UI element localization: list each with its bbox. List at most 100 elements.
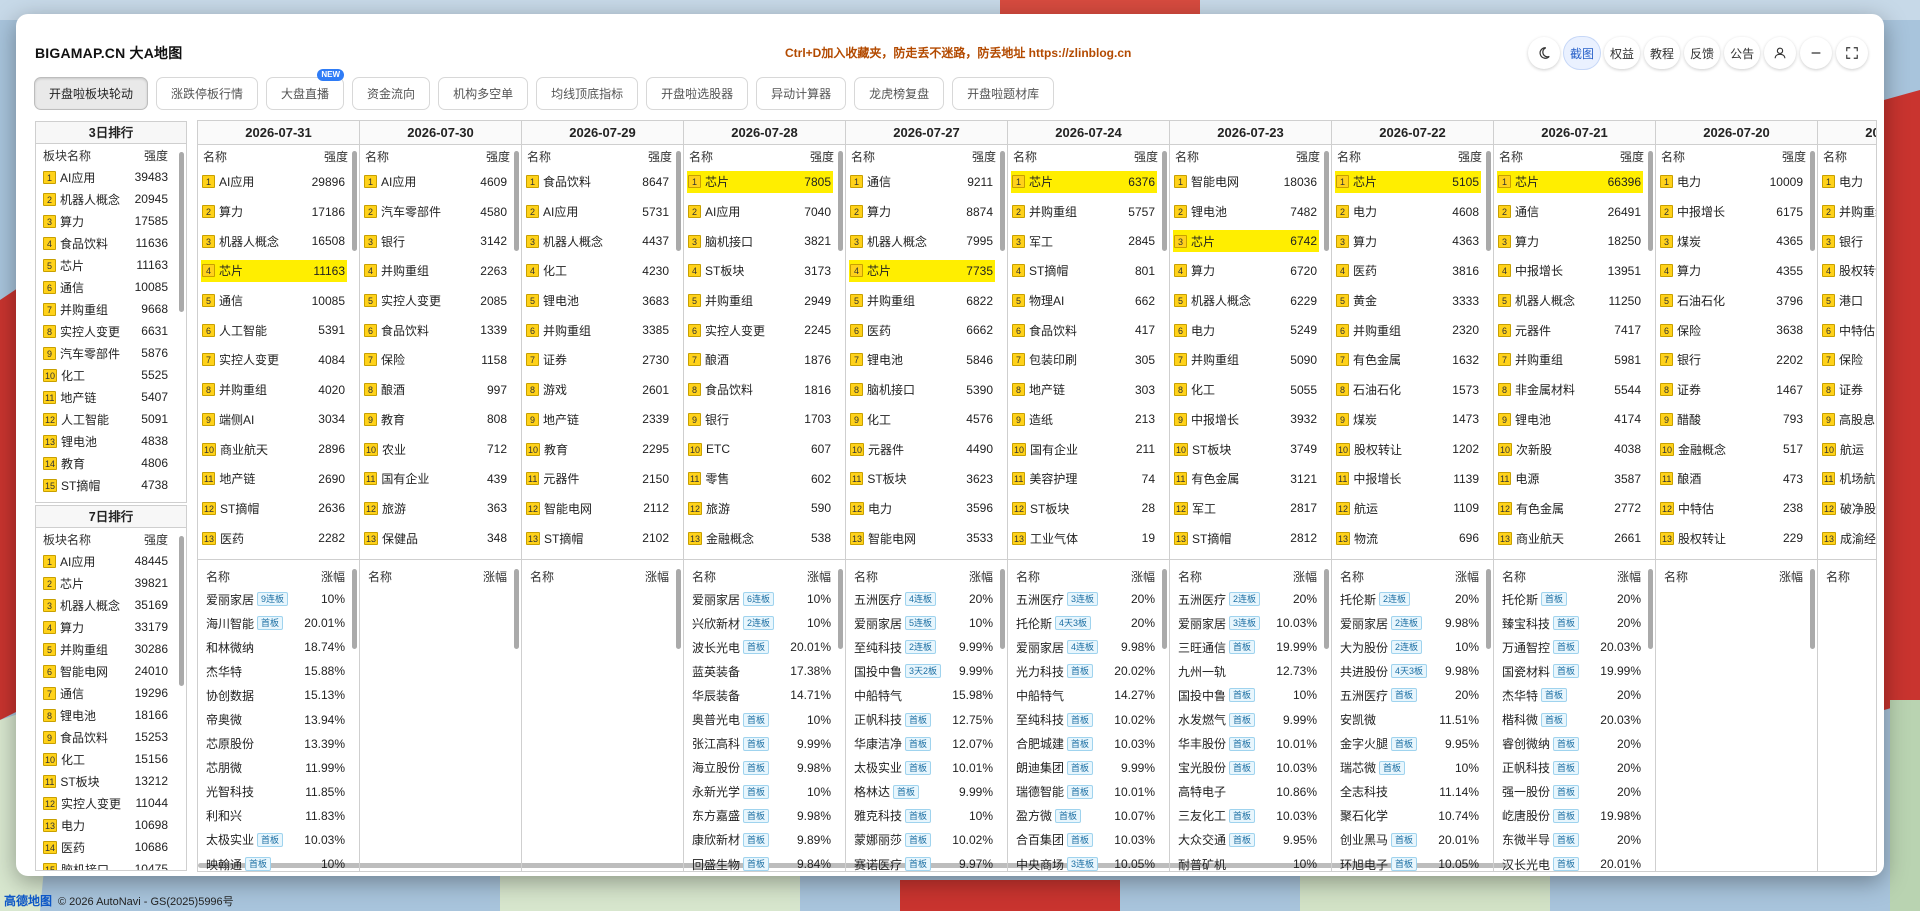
sector-row[interactable]: 8 地产链 303: [1008, 375, 1169, 405]
sector-row[interactable]: 6 电力 5249: [1170, 315, 1331, 345]
sector-scrollbar[interactable]: [1324, 151, 1329, 251]
stock-row[interactable]: 兴欣新材 2连板 10%: [684, 611, 845, 635]
sector-scrollbar[interactable]: [1810, 151, 1815, 251]
sector-row[interactable]: 8 非金属材料 5544: [1494, 375, 1655, 405]
sector-row[interactable]: 12 旅游 363: [360, 494, 521, 524]
stock-row[interactable]: 康欣新材 首板 9.89%: [684, 828, 845, 852]
stock-row[interactable]: 国投中鲁 3天2板 9.99%: [846, 659, 1007, 683]
sector-row[interactable]: 4 ST板块 3173: [684, 256, 845, 286]
sector-row[interactable]: 2 算力 17186: [198, 197, 359, 227]
sector-row[interactable]: 12 ST摘帽 2636: [198, 494, 359, 524]
sector-row[interactable]: 5 物理AI 662: [1008, 286, 1169, 316]
stock-row[interactable]: 雅克科技 首板 10%: [846, 804, 1007, 828]
sector-row[interactable]: 13 金融概念 538: [684, 523, 845, 553]
sector-row[interactable]: 12 智能电网 2112: [522, 494, 683, 524]
sector-row[interactable]: 3 算力 18250: [1494, 226, 1655, 256]
stock-row[interactable]: 中船特气 14.27%: [1008, 683, 1169, 707]
tab-1[interactable]: 涨跌停板行情: [156, 77, 259, 110]
sector-row[interactable]: 11机场航空: [1818, 464, 1876, 494]
rank-row[interactable]: 1 AI应用 39483: [36, 166, 186, 188]
sector-row[interactable]: 10 ST板块 3749: [1170, 434, 1331, 464]
stock-scrollbar[interactable]: [352, 569, 357, 649]
rank-row[interactable]: 4 食品饮料 11636: [36, 232, 186, 254]
tutorial-button[interactable]: 教程: [1644, 37, 1681, 69]
sector-row[interactable]: 6 人工智能 5391: [198, 315, 359, 345]
stock-row[interactable]: 奥普光电 首板 10%: [684, 707, 845, 731]
sector-row[interactable]: 10 元器件 4490: [846, 434, 1007, 464]
rank-row[interactable]: 3 算力 17585: [36, 210, 186, 232]
stock-row[interactable]: 高特电子 10.86%: [1170, 780, 1331, 804]
rank-row[interactable]: 1 AI应用 48445: [36, 550, 186, 572]
stock-row[interactable]: 帝奥微 13.94%: [198, 707, 359, 731]
sector-row[interactable]: 10 教育 2295: [522, 434, 683, 464]
stock-row[interactable]: 爱丽家居 3连板 10.03%: [1170, 611, 1331, 635]
sector-row[interactable]: 9 地产链 2339: [522, 405, 683, 435]
sector-row[interactable]: 3 机器人概念 7995: [846, 226, 1007, 256]
sector-row[interactable]: 7 证券 2730: [522, 345, 683, 375]
sector-row[interactable]: 5 机器人概念 11250: [1494, 286, 1655, 316]
tab-4[interactable]: 机构多空单: [438, 77, 529, 110]
sector-row[interactable]: 12 有色金属 2772: [1494, 494, 1655, 524]
tab-2[interactable]: 大盘直播 NEW: [266, 69, 345, 110]
sector-row[interactable]: 6 食品饮料 417: [1008, 315, 1169, 345]
sector-row[interactable]: 1 电力: [1818, 167, 1876, 197]
sector-row[interactable]: 3 机器人概念 16508: [198, 226, 359, 256]
sector-row[interactable]: 4 ST摘帽 801: [1008, 256, 1169, 286]
theme-toggle-button[interactable]: [1528, 37, 1560, 69]
sector-row[interactable]: 9 中报增长 3932: [1170, 405, 1331, 435]
sector-row[interactable]: 2 通信 26491: [1494, 197, 1655, 227]
rank-row[interactable]: 12 实控人变更 11044: [36, 792, 186, 814]
sector-row[interactable]: 11 中报增长 1139: [1332, 464, 1493, 494]
stock-row[interactable]: 托伦斯 2连板 20%: [1332, 587, 1493, 611]
sector-row[interactable]: 6 元器件 7417: [1494, 315, 1655, 345]
sector-row[interactable]: 1 芯片 66396: [1497, 171, 1643, 193]
stock-row[interactable]: 五洲医疗 4连板 20%: [846, 587, 1007, 611]
stock-row[interactable]: 臻宝科技 首板 20%: [1494, 611, 1655, 635]
stock-scrollbar[interactable]: [838, 569, 843, 649]
sector-scrollbar[interactable]: [1000, 151, 1005, 251]
sector-row[interactable]: 2 并购重组 5757: [1008, 197, 1169, 227]
sector-scrollbar[interactable]: [1486, 151, 1491, 251]
sector-row[interactable]: 7 保险 1158: [360, 345, 521, 375]
rank-row[interactable]: 14 教育 4806: [36, 452, 186, 474]
sector-row[interactable]: 11 有色金属 3121: [1170, 464, 1331, 494]
stock-row[interactable]: 五洲医疗 首板 20%: [1332, 683, 1493, 707]
stock-row[interactable]: 环旭电子 首板 10.05%: [1332, 852, 1493, 871]
sector-row[interactable]: 9 造纸 213: [1008, 405, 1169, 435]
sector-row[interactable]: 13 ST摘帽 2102: [522, 523, 683, 553]
sector-scrollbar[interactable]: [514, 151, 519, 251]
sector-row[interactable]: 13 医药 2282: [198, 523, 359, 553]
sector-row[interactable]: 3 脑机接口 3821: [684, 226, 845, 256]
rank-row[interactable]: 8 锂电池 18166: [36, 704, 186, 726]
sector-row[interactable]: 3 军工 2845: [1008, 226, 1169, 256]
sector-row[interactable]: 9 教育 808: [360, 405, 521, 435]
sector-row[interactable]: 6 并购重组 2320: [1332, 315, 1493, 345]
sector-row[interactable]: 9 银行 1703: [684, 405, 845, 435]
tab-9[interactable]: 开盘啦题材库: [952, 77, 1055, 110]
rank-3day-scrollbar[interactable]: [179, 152, 184, 312]
rank-row[interactable]: 4 算力 33179: [36, 616, 186, 638]
sector-row[interactable]: 1 智能电网 18036: [1170, 167, 1331, 197]
stock-row[interactable]: 至纯科技 2连板 9.99%: [846, 635, 1007, 659]
stock-row[interactable]: 强一股份 首板 20%: [1494, 780, 1655, 804]
tab-5[interactable]: 均线顶底指标: [536, 77, 639, 110]
sector-row[interactable]: 4 并购重组 2263: [360, 256, 521, 286]
stock-row[interactable]: 正帆科技 首板 12.75%: [846, 707, 1007, 731]
stock-scrollbar[interactable]: [676, 569, 681, 649]
sector-row[interactable]: 4 算力 4355: [1656, 256, 1817, 286]
stock-row[interactable]: 华丰股份 首板 10.01%: [1170, 732, 1331, 756]
stock-row[interactable]: 宝光股份 首板 10.03%: [1170, 756, 1331, 780]
sector-row[interactable]: 10 农业 712: [360, 434, 521, 464]
stock-row[interactable]: 光力科技 首板 20.02%: [1008, 659, 1169, 683]
stock-scrollbar[interactable]: [1000, 569, 1005, 649]
sector-row[interactable]: 11 酿酒 473: [1656, 464, 1817, 494]
sector-row[interactable]: 6 中特估: [1818, 315, 1876, 345]
stock-row[interactable]: 芯原股份 13.39%: [198, 732, 359, 756]
sector-row[interactable]: 2 汽车零部件 4580: [360, 197, 521, 227]
sector-row[interactable]: 5 黄金 3333: [1332, 286, 1493, 316]
sector-row[interactable]: 10 股权转让 1202: [1332, 434, 1493, 464]
tab-8[interactable]: 龙虎榜复盘: [854, 77, 945, 110]
stock-row[interactable]: 格林达 首板 9.99%: [846, 780, 1007, 804]
sector-row[interactable]: 8 石油石化 1573: [1332, 375, 1493, 405]
sector-scrollbar[interactable]: [1162, 151, 1167, 251]
